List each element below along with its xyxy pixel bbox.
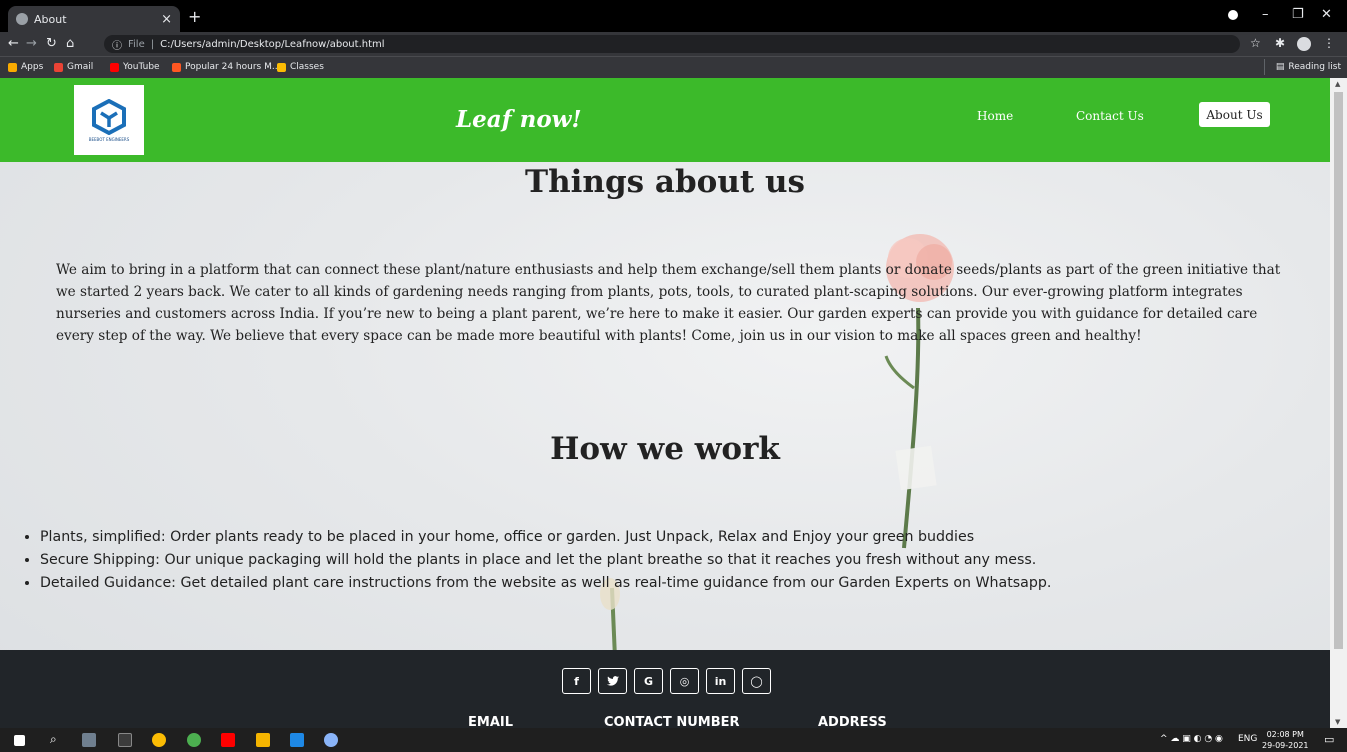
tray-icons[interactable]: ^ ☁ ▣ ◐ ◔ ◉: [1160, 734, 1223, 744]
url-scheme-label: File: [128, 38, 145, 50]
gmail-icon: [54, 62, 63, 72]
taskbar-app-icon[interactable]: [82, 733, 96, 747]
browser-tab[interactable]: About ×: [8, 6, 180, 32]
file-explorer-icon[interactable]: [256, 733, 270, 747]
bookmark-classes[interactable]: Classes: [277, 62, 324, 72]
bookmarks-bar: Apps Gmail YouTube Popular 24 hours M...…: [0, 56, 1347, 78]
social-links: f G ◎ in ◯: [562, 668, 771, 694]
site-title: Leaf now!: [456, 106, 582, 133]
nav-contact-link[interactable]: Contact Us: [1076, 109, 1144, 123]
system-clock[interactable]: 02:08 PM 29-09-2021: [1262, 729, 1309, 751]
how-we-work-heading: How we work: [550, 431, 780, 467]
info-icon: ⓘ: [112, 40, 122, 52]
language-indicator[interactable]: ENG: [1238, 734, 1257, 744]
popular-icon: [172, 62, 181, 72]
page-viewport: BEEBOT ENGINEERS Leaf now! Home Contact …: [0, 78, 1330, 728]
reading-list-button[interactable]: ▤ Reading list: [1263, 59, 1341, 75]
site-logo[interactable]: BEEBOT ENGINEERS: [74, 85, 144, 155]
site-footer: f G ◎ in ◯ EMAIL CONTACT NUMBER ADDRESS: [0, 650, 1330, 728]
tab-title: About: [34, 12, 67, 26]
new-tab-button[interactable]: +: [188, 7, 201, 26]
nav-about-link[interactable]: About Us: [1199, 102, 1270, 127]
footer-contact-label: CONTACT NUMBER: [604, 715, 740, 728]
close-tab-icon[interactable]: ×: [161, 12, 172, 27]
instagram-icon[interactable]: ◎: [670, 668, 699, 694]
clock-time: 02:08 PM: [1266, 730, 1304, 739]
about-paragraph: We aim to bring in a platform that can c…: [56, 262, 1281, 344]
home-icon[interactable]: ⌂: [66, 36, 74, 51]
hexagon-logo-icon: [92, 98, 126, 135]
youtube-icon: [110, 62, 119, 72]
bookmark-star-icon[interactable]: ☆: [1250, 36, 1261, 50]
bookmark-apps[interactable]: Apps: [8, 62, 43, 72]
scroll-down-icon[interactable]: ▼: [1335, 718, 1340, 726]
restore-icon[interactable]: ❐: [1292, 7, 1304, 22]
profile-avatar[interactable]: [1297, 37, 1311, 51]
linkedin-icon[interactable]: in: [706, 668, 735, 694]
url-field[interactable]: ⓘ File | C:/Users/admin/Desktop/Leafnow/…: [104, 35, 1240, 53]
clock-date: 29-09-2021: [1262, 741, 1309, 750]
reload-icon[interactable]: ↻: [46, 36, 57, 51]
twitter-icon[interactable]: [598, 668, 627, 694]
scroll-thumb[interactable]: [1334, 92, 1343, 649]
url-text: C:/Users/admin/Desktop/Leafnow/about.htm…: [160, 38, 385, 50]
close-window-icon[interactable]: ✕: [1321, 7, 1332, 22]
youtube-app-icon[interactable]: [221, 733, 235, 747]
notifications-icon[interactable]: ▭: [1324, 733, 1334, 746]
about-heading: Things about us: [525, 164, 805, 200]
nav-home-link[interactable]: Home: [977, 109, 1013, 123]
chrome-icon[interactable]: [152, 733, 166, 747]
back-icon[interactable]: ←: [8, 36, 19, 51]
how-we-work-list: Plants, simplified: Order plants ready t…: [40, 526, 1320, 595]
notion-icon[interactable]: [118, 733, 132, 747]
page-scrollbar[interactable]: ▲ ▼: [1330, 78, 1347, 728]
reading-list-icon: ▤: [1275, 62, 1285, 72]
footer-address-label: ADDRESS: [818, 715, 887, 728]
minimize-icon[interactable]: –: [1262, 7, 1269, 22]
bookmark-popular[interactable]: Popular 24 hours M...: [172, 62, 280, 72]
github-icon[interactable]: ◯: [742, 668, 771, 694]
taskbar-app-icon[interactable]: [187, 733, 201, 747]
vscode-icon[interactable]: [290, 733, 304, 747]
globe-icon: [16, 13, 28, 25]
windows-taskbar: ⌕ ^ ☁ ▣ ◐ ◔ ◉ ENG 02:08 PM 29-09-2021 ▭: [0, 728, 1347, 752]
forward-icon[interactable]: →: [26, 36, 37, 51]
list-item: Plants, simplified: Order plants ready t…: [40, 526, 1320, 549]
logo-caption: BEEBOT ENGINEERS: [88, 136, 130, 142]
bookmark-gmail[interactable]: Gmail: [54, 62, 93, 72]
apps-grid-icon: [8, 62, 17, 72]
classroom-icon: [277, 62, 286, 72]
search-icon[interactable]: ⌕: [50, 732, 57, 747]
bookmark-youtube[interactable]: YouTube: [110, 62, 160, 72]
scroll-up-icon[interactable]: ▲: [1335, 80, 1340, 88]
record-indicator-icon: [1228, 10, 1238, 20]
footer-email-label: EMAIL: [468, 715, 513, 728]
extensions-icon[interactable]: ✱: [1275, 36, 1285, 50]
browser-tab-bar: About × + – ❐ ✕: [0, 0, 1347, 32]
site-header: BEEBOT ENGINEERS Leaf now! Home Contact …: [0, 78, 1330, 162]
address-bar-row: ← → ↻ ⌂ ⓘ File | C:/Users/admin/Desktop/…: [0, 32, 1347, 56]
facebook-icon[interactable]: f: [562, 668, 591, 694]
chrome-active-icon[interactable]: [324, 733, 338, 747]
windows-start-icon[interactable]: [14, 735, 25, 746]
list-item: Detailed Guidance: Get detailed plant ca…: [40, 572, 1320, 595]
google-icon[interactable]: G: [634, 668, 663, 694]
menu-icon[interactable]: ⋮: [1323, 36, 1335, 50]
list-item: Secure Shipping: Our unique packaging wi…: [40, 549, 1320, 572]
